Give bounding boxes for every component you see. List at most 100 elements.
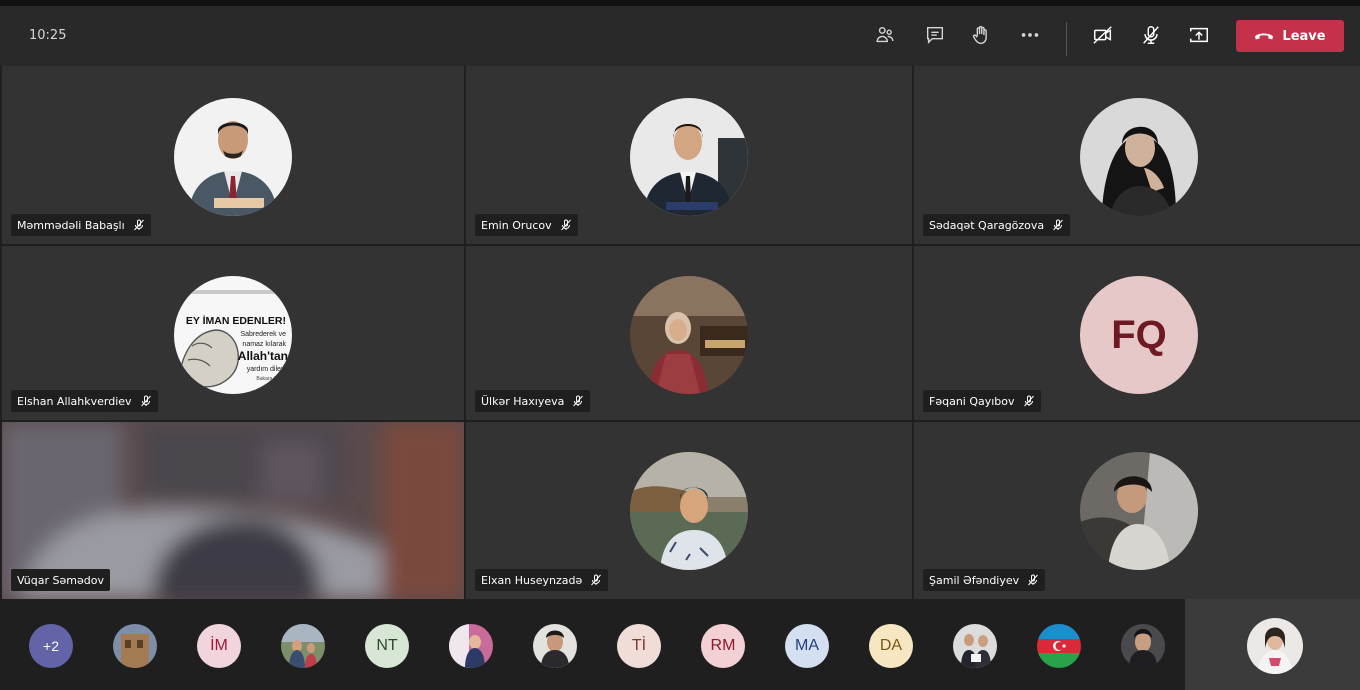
participant-photo <box>630 276 748 394</box>
participant-tile[interactable]: Ülkər Haxıyeva <box>466 246 912 420</box>
participant-photo <box>281 624 325 668</box>
poster-emphasis: Allah'tan <box>238 349 288 363</box>
participant-video-tile[interactable]: Vüqar Səmədov <box>2 422 464 599</box>
mic-off-icon <box>1028 574 1039 586</box>
poster-text: namaz kılarak <box>242 341 286 348</box>
self-avatar <box>1247 618 1303 674</box>
chat-icon <box>926 26 944 44</box>
participant-name-tag: Vüqar Səmədov <box>11 569 110 591</box>
participant-photo <box>174 98 292 216</box>
participant-name: Ülkər Haxıyeva <box>481 394 565 408</box>
participant-name-tag: Şamil Əfəndiyev <box>923 569 1046 591</box>
participant-name: Fəqani Qayıbov <box>929 394 1015 408</box>
participant-tile[interactable]: Şamil Əfəndiyev <box>914 422 1360 599</box>
participant-initials-avatar: FQ <box>1080 276 1198 394</box>
more-icon <box>1021 33 1039 37</box>
share-content-button[interactable] <box>1184 20 1214 50</box>
participant-photo <box>1080 452 1198 570</box>
participant-avatar <box>1080 452 1198 570</box>
participant-avatar <box>1080 98 1198 216</box>
mic-off-icon <box>1143 26 1159 44</box>
raise-hand-button[interactable] <box>966 20 996 50</box>
flag-avatar <box>1037 624 1081 668</box>
camera-toggle-button[interactable] <box>1088 20 1118 50</box>
roster-initials-avatar[interactable]: RM <box>701 624 745 668</box>
participant-name-tag: Emin Orucov <box>475 214 578 236</box>
meeting-timer: 10:25 <box>29 28 67 43</box>
roster-initials-avatar[interactable]: İM <box>197 624 241 668</box>
participant-avatar <box>630 98 748 216</box>
participant-photo <box>630 98 748 216</box>
participant-name-tag: Ülkər Haxıyeva <box>475 390 591 412</box>
mic-off-icon <box>133 219 144 231</box>
mic-off-icon <box>1053 219 1064 231</box>
participant-name: Vüqar Səmədov <box>17 573 104 587</box>
mic-off-icon <box>140 395 151 407</box>
toolbar-divider <box>1066 22 1067 56</box>
meeting-toolbar: 10:25 Leave <box>0 6 1360 66</box>
roster-initials-avatar[interactable]: MA <box>785 624 829 668</box>
participant-name-tag: Elshan Allahkverdiev <box>11 390 158 412</box>
participant-name: Elshan Allahkverdiev <box>17 394 132 408</box>
participant-photo <box>449 624 493 668</box>
participant-tile[interactable]: Məmmədəli Babaşlı <box>2 66 464 244</box>
leave-button[interactable]: Leave <box>1236 20 1344 52</box>
roster-avatar[interactable] <box>1121 624 1165 668</box>
participant-tile[interactable]: Sədaqət Qaragözova <box>914 66 1360 244</box>
participant-photo: EY İMAN EDENLER! Sabrederek ve namaz kıl… <box>174 276 292 394</box>
roster-avatar[interactable] <box>281 624 325 668</box>
participant-photo <box>1247 618 1303 674</box>
participant-name: Emin Orucov <box>481 218 552 232</box>
poster-text: Sabrederek ve <box>240 331 286 338</box>
self-view-panel[interactable] <box>1185 599 1360 690</box>
poster-source: Bakara,153 <box>256 376 282 382</box>
roster-avatar[interactable] <box>953 624 997 668</box>
participant-name-tag: Elxan Huseynzadə <box>475 569 609 591</box>
participant-tile[interactable]: Emin Orucov <box>466 66 912 244</box>
participant-photo <box>1121 624 1165 668</box>
leave-label: Leave <box>1282 28 1326 44</box>
participant-photo <box>533 624 577 668</box>
participant-name: Sədaqət Qaragözova <box>929 218 1045 232</box>
mic-off-icon <box>1023 395 1034 407</box>
mic-off-icon <box>573 395 584 407</box>
roster-initials-avatar[interactable]: Tİ <box>617 624 661 668</box>
raise-hand-icon <box>972 25 987 44</box>
participant-avatar <box>630 452 748 570</box>
roster-avatar[interactable] <box>113 624 157 668</box>
people-icon <box>876 26 894 43</box>
mic-toggle-button[interactable] <box>1136 20 1166 50</box>
mic-off-icon <box>560 219 571 231</box>
participant-roster-strip: +2 İM NT Tİ RM MA DA <box>0 599 1360 690</box>
roster-avatar[interactable] <box>1037 624 1081 668</box>
participant-photo <box>630 452 748 570</box>
overflow-participants-chip[interactable]: +2 <box>29 624 73 668</box>
roster-initials-avatar[interactable]: NT <box>365 624 409 668</box>
participant-name: Məmmədəli Babaşlı <box>17 218 125 232</box>
participant-name: Şamil Əfəndiyev <box>929 573 1020 587</box>
participant-avatar: EY İMAN EDENLER! Sabrederek ve namaz kıl… <box>174 276 292 394</box>
participant-tile[interactable]: FQ Fəqani Qayıbov <box>914 246 1360 420</box>
participant-photo <box>953 624 997 668</box>
roster-initials-avatar[interactable]: DA <box>869 624 913 668</box>
poster-headline: EY İMAN EDENLER! <box>186 314 286 327</box>
participant-tile[interactable]: EY İMAN EDENLER! Sabrederek ve namaz kıl… <box>2 246 464 420</box>
more-actions-button[interactable] <box>1015 20 1045 50</box>
poster-text: yardım dileyi <box>247 366 287 373</box>
participant-photo <box>1080 98 1198 216</box>
participant-name: Elxan Huseynzadə <box>481 573 583 587</box>
roster-avatar[interactable] <box>533 624 577 668</box>
participant-name-tag: Sədaqət Qaragözova <box>923 214 1071 236</box>
mic-off-icon <box>591 574 602 586</box>
participant-photo <box>113 624 157 668</box>
show-conversation-button[interactable] <box>920 20 950 50</box>
video-grid: Məmmədəli Babaşlı Emin Orucov Sədaqət Qa… <box>0 66 1360 599</box>
participant-name-tag: Məmmədəli Babaşlı <box>11 214 151 236</box>
participant-name-tag: Fəqani Qayıbov <box>923 390 1041 412</box>
share-tray-icon <box>1190 27 1208 43</box>
show-participants-button[interactable] <box>870 20 900 50</box>
roster-avatar[interactable] <box>449 624 493 668</box>
participant-tile[interactable]: Elxan Huseynzadə <box>466 422 912 599</box>
participant-avatar <box>630 276 748 394</box>
phone-icon <box>1255 33 1274 40</box>
